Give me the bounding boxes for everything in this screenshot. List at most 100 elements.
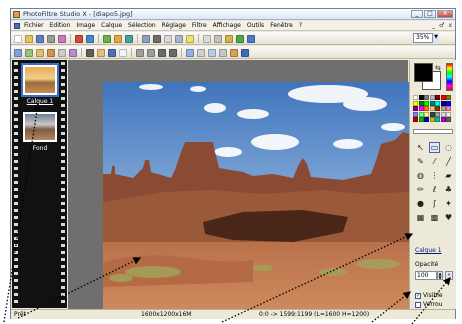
layer-thumbnail-calque1[interactable] <box>21 63 59 97</box>
scan-icon[interactable] <box>58 34 66 43</box>
pencil-icon[interactable]: ✏ <box>415 184 426 195</box>
zoom-in-icon[interactable] <box>236 34 244 43</box>
layer-label[interactable]: Fond <box>16 145 64 152</box>
open-icon[interactable] <box>25 34 33 43</box>
foreground-color-swatch[interactable] <box>414 63 433 82</box>
grayscale-icon[interactable] <box>86 48 94 57</box>
menu-outils[interactable]: Outils <box>247 22 264 29</box>
palette-swatch[interactable] <box>413 117 418 122</box>
chevron-down-icon[interactable]: ▼ <box>432 33 439 43</box>
doc-restore-button[interactable]: ♂ <box>439 22 444 29</box>
saturation-icon[interactable] <box>58 48 66 57</box>
text-icon[interactable] <box>203 34 211 43</box>
transform-icon[interactable] <box>175 34 183 43</box>
palette-swatch[interactable] <box>413 95 418 100</box>
layer-name-link[interactable]: Calque 1 <box>415 247 442 254</box>
doc-close-button[interactable]: x <box>448 22 452 29</box>
palette-swatch[interactable] <box>418 95 424 100</box>
palette-swatch[interactable] <box>440 111 446 117</box>
palette-swatch[interactable] <box>424 100 429 106</box>
sepia-icon[interactable] <box>97 48 105 57</box>
brightness-icon[interactable] <box>36 48 44 57</box>
zoom-out-icon[interactable] <box>247 34 255 43</box>
palette-swatch[interactable] <box>424 95 429 100</box>
palette-swatch[interactable] <box>440 95 446 100</box>
clone-icon[interactable]: ▦ <box>415 212 426 223</box>
palette-swatch[interactable] <box>435 117 440 122</box>
image-size-icon[interactable] <box>142 34 150 43</box>
crop-icon[interactable] <box>164 34 172 43</box>
palette-swatch[interactable] <box>435 100 440 106</box>
opacity-options-button[interactable]: » <box>445 271 453 280</box>
palette-scrollbar[interactable] <box>413 129 453 134</box>
palette-swatch[interactable] <box>429 117 435 122</box>
browser-icon[interactable] <box>230 48 238 57</box>
blur-icon[interactable] <box>108 48 116 57</box>
smudge-icon[interactable]: ʃ <box>429 198 440 209</box>
redo-icon[interactable] <box>86 34 94 43</box>
flip-v-icon[interactable] <box>147 48 155 57</box>
menu-edition[interactable]: Edition <box>50 22 71 29</box>
gamma-icon[interactable] <box>69 48 77 57</box>
close-button[interactable]: X <box>437 10 453 18</box>
selection-invert-icon[interactable] <box>208 48 216 57</box>
save-icon[interactable] <box>36 34 44 43</box>
copy-icon[interactable] <box>103 34 111 43</box>
paste-new-icon[interactable] <box>125 34 133 43</box>
palette-swatch[interactable] <box>413 106 418 111</box>
color-spectrum[interactable] <box>446 63 453 91</box>
auto-contrast-icon[interactable] <box>25 48 33 57</box>
menu-fenetre[interactable]: Fenêtre <box>270 22 293 29</box>
menu-filtre[interactable]: Filtre <box>192 22 207 29</box>
swap-colors-icon[interactable]: ⇆ <box>435 64 441 72</box>
opacity-stepper[interactable]: ▲ ▼ <box>437 271 443 280</box>
palette-swatch[interactable] <box>435 106 440 111</box>
frame-icon[interactable] <box>186 34 194 43</box>
document-icon[interactable] <box>14 23 20 29</box>
palette-swatch[interactable] <box>424 106 429 111</box>
spray-icon[interactable]: ⋮ <box>429 170 440 181</box>
palette-swatch[interactable] <box>440 100 446 106</box>
menu-reglage[interactable]: Réglage <box>162 22 186 29</box>
minimize-button[interactable]: _ <box>411 10 423 18</box>
deform-icon[interactable]: ✦ <box>443 198 454 209</box>
palette-swatch[interactable] <box>413 100 418 106</box>
selection-all-icon[interactable] <box>186 48 194 57</box>
gradient-icon[interactable] <box>214 34 222 43</box>
opacity-input[interactable]: 100 <box>415 271 437 280</box>
layer-thumbnail-fond[interactable] <box>23 112 57 142</box>
palette-swatch[interactable] <box>446 106 451 111</box>
palette-swatch[interactable] <box>429 111 435 117</box>
sharpen-icon[interactable] <box>119 48 127 57</box>
palette-swatch[interactable] <box>435 95 440 100</box>
menu-affichage[interactable]: Affichage <box>213 22 241 29</box>
rotate-left-icon[interactable] <box>158 48 166 57</box>
palette-swatch[interactable] <box>440 106 446 111</box>
palette-swatch[interactable] <box>429 95 435 100</box>
doc-minimize-button[interactable]: _ <box>432 22 435 29</box>
brush-icon[interactable]: ℓ <box>429 184 440 195</box>
palette-swatch[interactable] <box>435 111 440 117</box>
magic-wand-icon[interactable]: ⁄ <box>429 156 440 167</box>
canvas-size-icon[interactable] <box>153 34 161 43</box>
color-palette[interactable] <box>413 95 453 122</box>
contrast-icon[interactable] <box>47 48 55 57</box>
rectangle-select-icon[interactable]: ▭ <box>429 142 440 153</box>
blur-drop-icon[interactable]: ● <box>415 198 426 209</box>
undo-icon[interactable] <box>75 34 83 43</box>
canvas-area[interactable] <box>68 60 411 312</box>
auto-level-icon[interactable] <box>14 48 22 57</box>
palette-swatch[interactable] <box>413 111 418 117</box>
new-icon[interactable] <box>14 34 22 43</box>
dock-icon[interactable] <box>241 48 249 57</box>
document-image[interactable] <box>103 82 411 312</box>
palette-swatch[interactable] <box>446 111 451 117</box>
palette-swatch[interactable] <box>418 100 424 106</box>
lock-checkbox[interactable] <box>415 301 421 308</box>
layer-label[interactable]: Calque 1 <box>16 98 64 105</box>
rotate-right-icon[interactable] <box>169 48 177 57</box>
palette-swatch[interactable] <box>424 111 429 117</box>
maximize-button[interactable]: □ <box>424 10 436 18</box>
stamp-icon[interactable]: ♣ <box>443 184 454 195</box>
palette-swatch[interactable] <box>418 117 424 122</box>
